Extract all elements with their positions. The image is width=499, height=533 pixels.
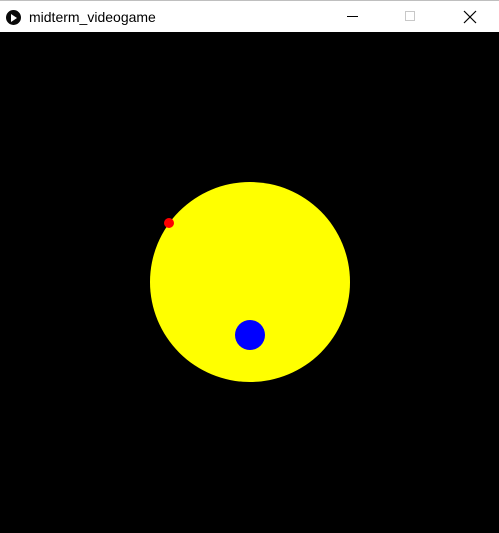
app-window: midterm_videogame xyxy=(0,0,499,533)
window-title: midterm_videogame xyxy=(29,9,156,25)
minimize-button[interactable] xyxy=(323,1,381,33)
close-button[interactable] xyxy=(441,1,499,33)
maximize-icon xyxy=(405,11,415,21)
game-canvas[interactable] xyxy=(0,32,499,533)
title-bar[interactable]: midterm_videogame xyxy=(0,0,499,32)
processing-play-icon xyxy=(6,10,21,25)
maximize-button[interactable] xyxy=(381,1,439,33)
minimize-icon xyxy=(347,16,358,17)
red-dot xyxy=(164,218,174,228)
yellow-circle xyxy=(150,182,350,382)
close-icon xyxy=(463,10,477,24)
blue-player-ball xyxy=(235,320,265,350)
